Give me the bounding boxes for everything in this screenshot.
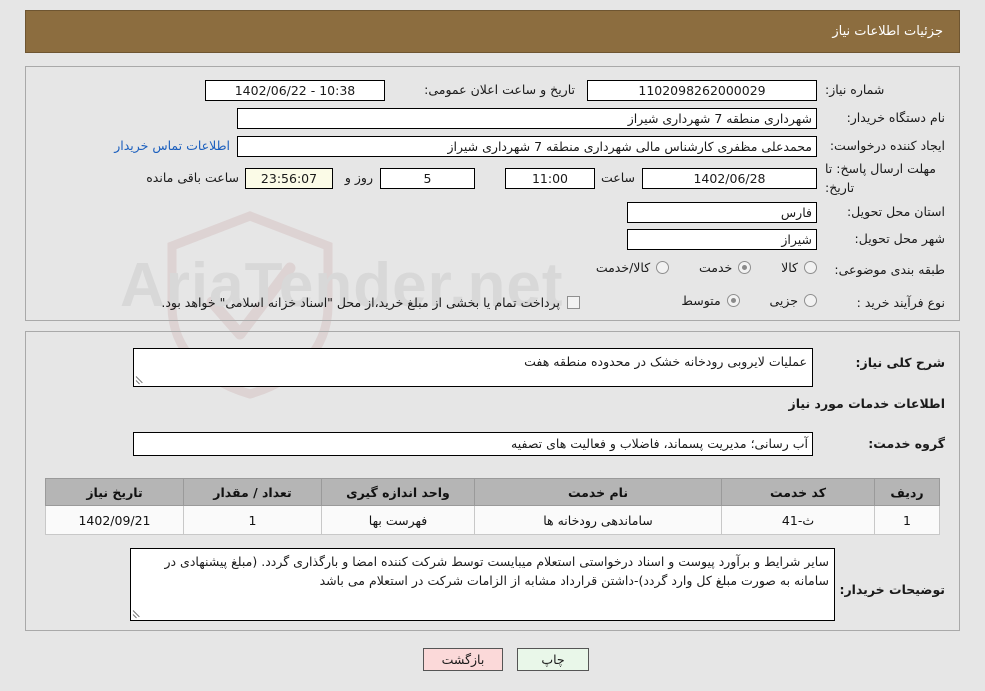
- resize-grip-icon-2[interactable]: [132, 610, 142, 619]
- treasury-checkbox-label: پرداخت تمام یا بخشی از مبلغ خرید،از محل …: [161, 295, 560, 310]
- category-options: کالا خدمت کالا/خدمت: [570, 260, 817, 277]
- buyer-org-value[interactable]: شهرداری منطقه 7 شهرداری شیراز: [237, 108, 817, 129]
- process-type-options: جزیی متوسط: [655, 293, 817, 310]
- deadline-days-label: روز و: [344, 170, 373, 185]
- deadline-date[interactable]: 1402/06/28: [642, 168, 817, 189]
- process-option-motavaset[interactable]: متوسط: [681, 293, 740, 308]
- process-option-jozei[interactable]: جزیی: [769, 293, 817, 308]
- deadline-countdown: 23:56:07: [245, 168, 333, 189]
- general-desc-label: شرح کلی نیاز:: [855, 355, 945, 370]
- treasury-checkbox-icon[interactable]: [567, 296, 580, 309]
- radio-kala-khedmat-icon[interactable]: [656, 261, 670, 274]
- process-type-label: نوع فرآیند خرید :: [856, 295, 945, 310]
- announce-datetime-label: تاریخ و ساعت اعلان عمومی:: [424, 82, 575, 97]
- deadline-label: مهلت ارسال پاسخ: تا تاریخ:: [825, 161, 936, 195]
- province-value[interactable]: فارس: [627, 202, 817, 223]
- deadline-time-label: ساعت: [600, 170, 635, 185]
- radio-motavaset-icon[interactable]: [726, 294, 740, 307]
- services-section-title: اطلاعات خدمات مورد نیاز: [788, 396, 946, 411]
- page-title-bar: جزئیات اطلاعات نیاز: [25, 10, 960, 53]
- buyer-notes-value[interactable]: سایر شرایط و برآورد پیوست و اسناد درخواس…: [130, 548, 835, 621]
- service-group-label: گروه خدمت:: [868, 436, 945, 451]
- buyer-contact-link[interactable]: اطلاعات تماس خریدار: [114, 138, 230, 153]
- buyer-notes-label: توضیحات خریدار:: [839, 582, 945, 597]
- page-title: جزئیات اطلاعات نیاز: [832, 24, 943, 39]
- requester-value[interactable]: محمدعلی مظفری کارشناس مالی شهرداری منطقه…: [237, 136, 817, 157]
- general-desc-value[interactable]: عملیات لایروبی رودخانه خشک در محدوده منط…: [133, 348, 813, 387]
- city-value[interactable]: شیراز: [627, 229, 817, 250]
- general-desc-text: عملیات لایروبی رودخانه خشک در محدوده منط…: [524, 354, 807, 369]
- service-group-value[interactable]: آب رسانی؛ مدیریت پسماند، فاضلاب و فعالیت…: [133, 432, 813, 456]
- category-option-khedmat[interactable]: خدمت: [699, 260, 752, 275]
- deadline-time[interactable]: 11:00: [505, 168, 595, 189]
- radio-jozei-icon[interactable]: [804, 294, 817, 307]
- need-number-value[interactable]: 1102098262000029: [587, 80, 817, 101]
- province-label: استان محل تحویل:: [846, 204, 945, 219]
- back-button[interactable]: بازگشت: [423, 648, 503, 671]
- buyer-notes-text: سایر شرایط و برآورد پیوست و اسناد درخواس…: [164, 554, 829, 589]
- city-label: شهر محل تحویل:: [854, 231, 945, 246]
- category-option-kala-khedmat[interactable]: کالا/خدمت: [595, 260, 670, 275]
- resize-grip-icon[interactable]: [135, 376, 145, 385]
- need-info-panel: [25, 66, 960, 321]
- category-option-kala[interactable]: کالا: [781, 260, 817, 275]
- announce-datetime-value[interactable]: 10:38 - 1402/06/22: [205, 80, 385, 101]
- radio-khedmat-icon[interactable]: [738, 261, 752, 274]
- category-option-kala-label: کالا: [781, 260, 798, 275]
- category-option-kala-khedmat-label: کالا/خدمت: [595, 260, 651, 275]
- deadline-days[interactable]: 5: [380, 168, 475, 189]
- process-option-jozei-label: جزیی: [769, 293, 798, 308]
- category-option-khedmat-label: خدمت: [699, 260, 733, 275]
- treasury-checkbox-row[interactable]: پرداخت تمام یا بخشی از مبلغ خرید،از محل …: [161, 295, 580, 310]
- page-root: AriaTender.net جزئیات اطلاعات نیاز شماره…: [0, 0, 985, 691]
- buyer-org-label: نام دستگاه خریدار:: [846, 110, 945, 125]
- category-label: طبقه بندی موضوعی:: [834, 262, 945, 277]
- requester-label: ایجاد کننده درخواست:: [829, 138, 945, 153]
- print-button[interactable]: چاپ: [517, 648, 589, 671]
- process-option-motavaset-label: متوسط: [681, 293, 721, 308]
- radio-kala-icon[interactable]: [804, 261, 817, 274]
- deadline-countdown-label: ساعت باقی مانده: [146, 170, 239, 185]
